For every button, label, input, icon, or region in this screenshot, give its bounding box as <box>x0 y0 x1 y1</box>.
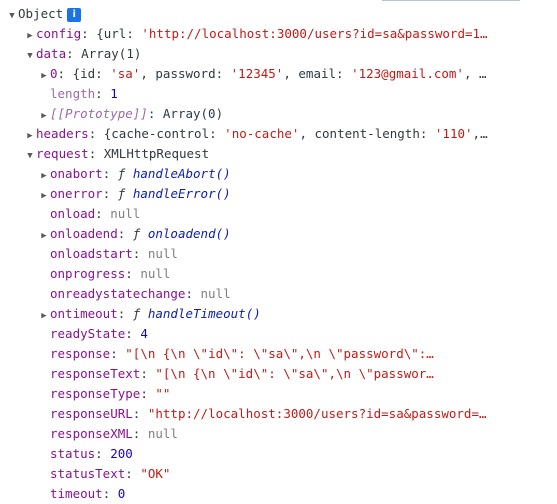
property-value: "http://localhost:3000/users?id=sa&passw… <box>147 406 487 421</box>
responsetext-row: responseText: "[\n {\n \"id\": \"sa\",\n… <box>50 366 434 381</box>
property-key: responseURL <box>50 406 133 421</box>
object-preview-open: {id: <box>72 66 111 81</box>
property-key: status <box>50 446 96 461</box>
config-row[interactable]: ▶ config: {url: 'http://localhost:3000/us… <box>0 24 557 44</box>
function-value: handleTimeout() <box>147 306 261 321</box>
property-key: response <box>50 346 111 361</box>
property-value: 0 <box>117 486 126 501</box>
triangle-right-icon[interactable]: ▶ <box>38 306 50 324</box>
cache-control-value: 'no-cache' <box>224 126 300 141</box>
property-key: data <box>36 46 67 61</box>
data-prototype-row[interactable]: ▶ [[Prototype]]: Array(0) <box>0 104 557 124</box>
top-divider <box>382 0 520 1</box>
property-key: onload <box>50 206 96 221</box>
property-key: [[Prototype]] <box>50 106 148 121</box>
property-key: readyState <box>50 326 126 341</box>
property-key: onloadend <box>50 226 118 241</box>
property-key: config <box>36 26 82 41</box>
triangle-down-icon[interactable]: ▼ <box>6 6 18 24</box>
triangle-down-icon[interactable]: ▼ <box>24 146 36 164</box>
property-key: statusText <box>50 466 126 481</box>
property-key: responseText <box>50 366 141 381</box>
property-value: null <box>147 426 178 441</box>
property-value: "OK" <box>140 466 171 481</box>
triangle-right-icon[interactable]: ▶ <box>38 226 50 244</box>
property-value: "[\n {\n \"id\": \"sa\",\n \"password\":… <box>125 346 434 361</box>
onloadend-row[interactable]: ▶ onloadend: ƒ onloadend() <box>0 224 557 244</box>
id-value: 'sa' <box>110 66 141 81</box>
onload-row: onload: null <box>50 206 141 221</box>
responsexml-row: responseXML: null <box>50 426 178 441</box>
property-value: null <box>110 206 141 221</box>
headers-row[interactable]: ▶ headers: {cache-control: 'no-cache', co… <box>0 124 557 144</box>
onabort-row[interactable]: ▶ onabort: ƒ handleAbort() <box>0 164 557 184</box>
onerror-row[interactable]: ▶ onerror: ƒ handleError() <box>0 184 557 204</box>
property-key: responseXML <box>50 426 133 441</box>
password-label: , password: <box>140 66 231 81</box>
property-key: responseType <box>50 386 141 401</box>
triangle-right-icon[interactable]: ▶ <box>38 106 50 124</box>
property-value: null <box>140 266 171 281</box>
property-key: request <box>36 146 89 161</box>
ontimeout-row[interactable]: ▶ ontimeout: ƒ handleTimeout() <box>0 304 557 324</box>
triangle-right-icon[interactable]: ▶ <box>38 166 50 184</box>
property-value: {url: <box>96 26 142 41</box>
property-key: length <box>50 86 96 101</box>
property-key: onprogress <box>50 266 126 281</box>
triangle-right-icon[interactable]: ▶ <box>24 126 36 144</box>
property-key: ontimeout <box>50 306 118 321</box>
password-value: '12345' <box>230 66 284 81</box>
property-key: onabort <box>50 166 103 181</box>
responsetype-row: responseType: "" <box>50 386 171 401</box>
info-icon[interactable]: i <box>67 7 82 22</box>
function-value: handleError() <box>132 186 231 201</box>
property-value: null <box>200 286 231 301</box>
onloadstart-row: onloadstart: null <box>50 246 178 261</box>
console-object-tree: ▼ Object i ▶ config: {url: 'http://localhos… <box>0 4 557 504</box>
property-value: Array(0) <box>162 106 224 121</box>
preview-ellipsis: , … <box>463 66 487 81</box>
property-key: onerror <box>50 186 103 201</box>
property-value: 1 <box>110 86 118 101</box>
property-value: Array(1) <box>81 46 142 61</box>
triangle-down-icon[interactable]: ▼ <box>24 46 36 64</box>
data-length-row: length: 1 <box>50 86 118 101</box>
property-key: 0 <box>50 66 58 81</box>
data-item-0-row[interactable]: ▶ 0: {id: 'sa', password: '12345', email:… <box>0 64 557 84</box>
root-object-row[interactable]: ▼ Object i <box>0 4 539 24</box>
content-length-value: '110' <box>434 126 473 141</box>
property-value: "[\n {\n \"id\": \"sa\",\n \"passwor… <box>155 366 434 381</box>
content-length-label: , content-length: <box>299 126 435 141</box>
config-url-value: 'http://localhost:3000/users?id=sa&passw… <box>141 26 488 41</box>
statustext-row: statusText: "OK" <box>50 466 171 481</box>
property-key: onreadystatechange <box>50 286 186 301</box>
timeout-row: timeout: 0 <box>50 486 126 501</box>
response-row: response: "[\n {\n \"id\": \"sa\",\n \"p… <box>50 346 434 361</box>
property-value: 200 <box>110 446 133 461</box>
function-value: handleAbort() <box>132 166 231 181</box>
responseurl-row: responseURL: "http://localhost:3000/user… <box>50 406 487 421</box>
property-value: null <box>147 246 178 261</box>
property-value: XMLHttpRequest <box>103 146 210 161</box>
triangle-right-icon[interactable]: ▶ <box>38 66 50 84</box>
property-key: headers <box>36 126 89 141</box>
property-value: 4 <box>140 326 148 341</box>
root-label: Object <box>18 6 64 21</box>
property-value: "" <box>155 386 171 401</box>
email-label: , email: <box>283 66 352 81</box>
onreadystatechange-row: onreadystatechange: null <box>50 286 231 301</box>
email-value: '123@gmail.com' <box>351 66 464 81</box>
function-value: onloadend() <box>147 226 231 241</box>
headers-preview-open: {cache-control: <box>103 126 225 141</box>
request-row[interactable]: ▼ request: XMLHttpRequest <box>0 144 557 164</box>
property-key: timeout <box>50 486 103 501</box>
triangle-right-icon[interactable]: ▶ <box>38 186 50 204</box>
readystate-row: readyState: 4 <box>50 326 148 341</box>
data-row[interactable]: ▼ data: Array(1) <box>0 44 557 64</box>
triangle-right-icon[interactable]: ▶ <box>24 26 36 44</box>
status-row: status: 200 <box>50 446 133 461</box>
preview-ellipsis: ,… <box>472 126 488 141</box>
onprogress-row: onprogress: null <box>50 266 171 281</box>
property-key: onloadstart <box>50 246 133 261</box>
